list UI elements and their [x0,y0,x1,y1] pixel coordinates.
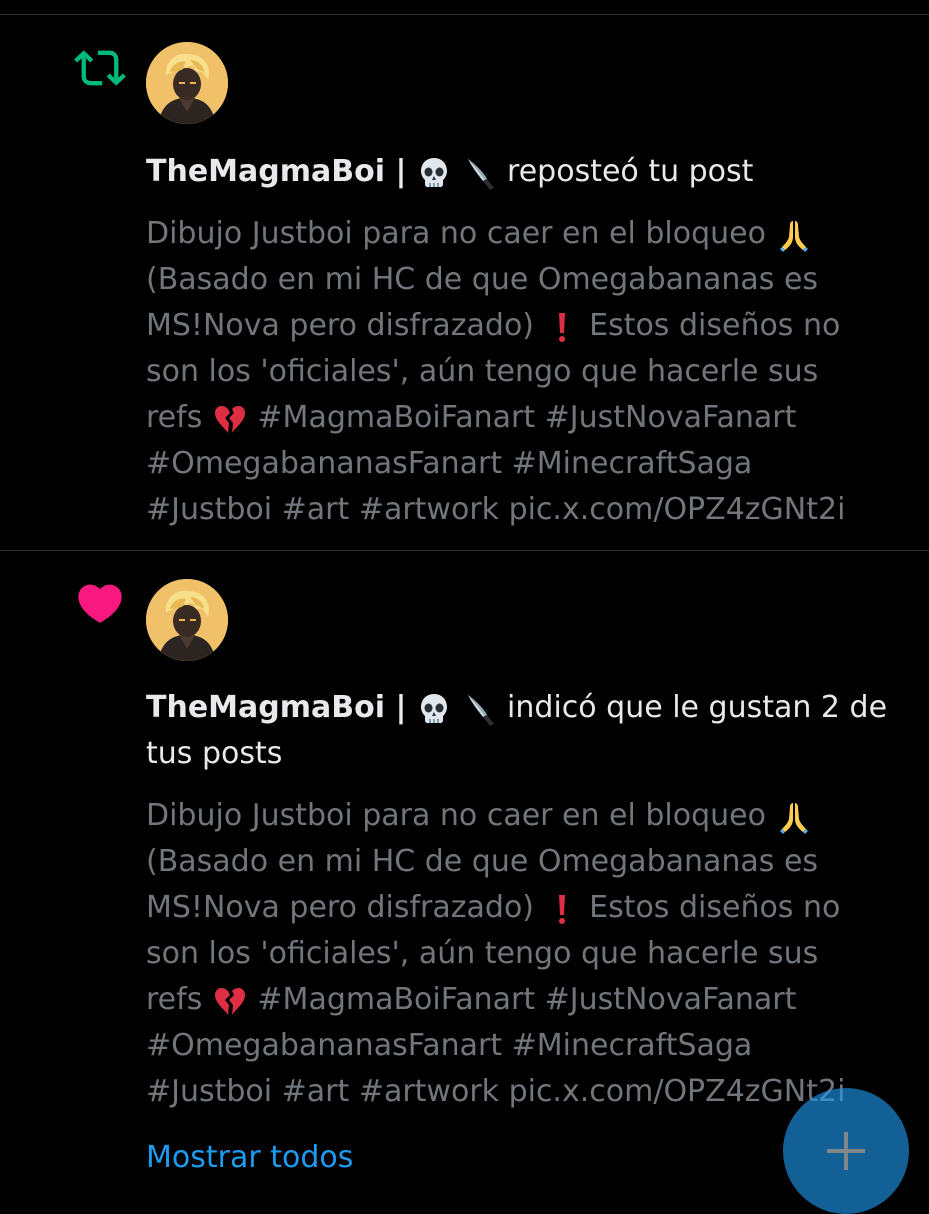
post-line: Estos diseños no [589,890,841,925]
post-text[interactable]: Dibujo Justboi para no caer en el bloque… [146,211,906,533]
skull-emoji [420,693,447,723]
post-line: refs [146,400,203,435]
heart-icon [78,584,122,623]
actor-name[interactable]: TheMagmaBoi | [146,690,406,725]
actor-line: TheMagmaBoi | indicó que le gustan 2 de … [146,685,906,777]
post-line: Dibujo Justboi para no caer en el bloque… [146,216,766,251]
knife-emoji [467,694,494,726]
post-line: #OmegabananasFanart #MinecraftSaga [146,1028,753,1063]
post-line: refs [146,982,203,1017]
actor-name[interactable]: TheMagmaBoi | [146,154,406,189]
repost-icon [74,50,126,86]
compose-button[interactable] [783,1088,909,1214]
action-text: reposteó tu post [507,154,754,189]
notification-repost[interactable]: TheMagmaBoi | reposteó tu post Dibujo Ju… [0,0,929,550]
post-line: #Justboi #art #artwork pic.x.com/OPZ4zGN… [146,492,846,527]
plus-icon [827,1132,865,1170]
post-line: #OmegabananasFanart #MinecraftSaga [146,446,753,481]
post-line: son los 'oficiales', aún tengo que hacer… [146,354,819,389]
praying-hands-emoji [779,802,808,834]
praying-hands-emoji [779,220,808,252]
post-line: #MagmaBoiFanart #JustNovaFanart [257,400,797,435]
post-line: son los 'oficiales', aún tengo que hacer… [146,936,819,971]
exclamation-emoji [558,894,565,924]
post-text[interactable]: Dibujo Justboi para no caer en el bloque… [146,793,906,1115]
post-line: #MagmaBoiFanart #JustNovaFanart [257,982,797,1017]
broken-heart-emoji [214,405,245,433]
post-line: #Justboi #art #artwork pic.x.com/OPZ4zGN… [146,1074,846,1109]
broken-heart-emoji [214,987,245,1015]
post-line: (Basado en mi HC de que Omegabananas es [146,262,819,297]
avatar[interactable] [146,579,228,661]
avatar[interactable] [146,42,228,124]
post-line: (Basado en mi HC de que Omegabananas es [146,844,819,879]
actor-line: TheMagmaBoi | reposteó tu post [146,149,906,195]
exclamation-emoji [558,312,565,342]
post-line: Estos diseños no [589,308,841,343]
post-line: Dibujo Justboi para no caer en el bloque… [146,798,766,833]
post-line: MS!Nova pero disfrazado) [146,308,535,343]
skull-emoji [420,157,447,187]
post-line: MS!Nova pero disfrazado) [146,890,535,925]
show-all-link[interactable]: Mostrar todos [146,1135,353,1181]
knife-emoji [467,158,494,190]
